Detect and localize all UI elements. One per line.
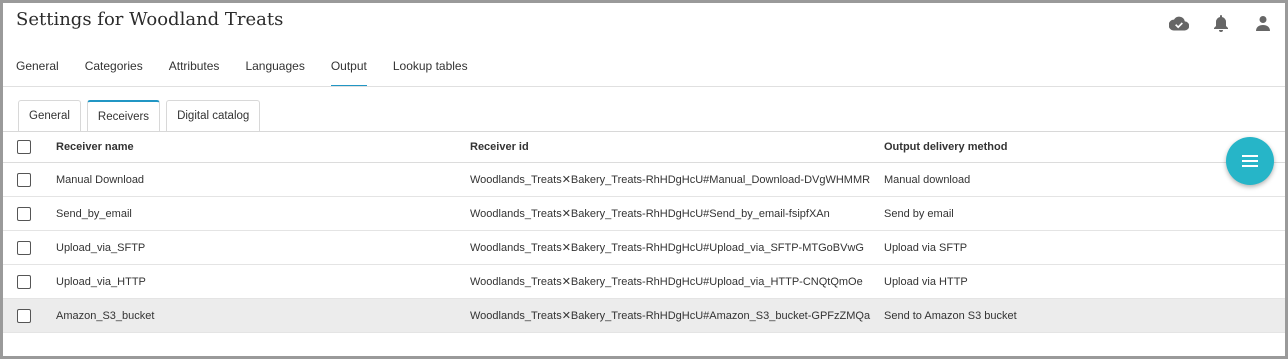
select-all-checkbox[interactable]	[17, 140, 31, 154]
cloud-check-icon[interactable]	[1169, 13, 1189, 33]
delivery-method: Manual download	[884, 173, 971, 186]
delivery-method: Upload via SFTP	[884, 241, 968, 254]
receiver-id: Woodlands_Treats✕Bakery_Treats-RhHDgHcU#…	[470, 276, 863, 288]
settings-nav: General Categories Attributes Languages …	[16, 55, 494, 87]
table-row[interactable]: Upload_via_SFTP Woodlands_Treats✕Bakery_…	[3, 231, 1285, 265]
delivery-method: Send by email	[884, 207, 954, 220]
bell-icon[interactable]	[1211, 13, 1231, 33]
receiver-id: Woodlands_Treats✕Bakery_Treats-RhHDgHcU#…	[470, 310, 871, 322]
row-checkbox[interactable]	[17, 274, 31, 289]
receiver-name: Send_by_email	[56, 207, 132, 220]
row-checkbox[interactable]	[17, 172, 31, 187]
settings-window: Settings for Woodland Treats General Cat…	[0, 0, 1288, 359]
account-icon[interactable]	[1253, 13, 1273, 33]
subtab-digital-catalog[interactable]: Digital catalog	[166, 100, 261, 131]
delivery-method: Upload via HTTP	[884, 275, 968, 288]
receiver-name: Amazon_S3_bucket	[56, 309, 155, 322]
column-header-receiver-name[interactable]: Receiver name	[56, 141, 134, 153]
nav-divider	[3, 86, 1285, 87]
tab-attributes[interactable]: Attributes	[169, 55, 220, 87]
receiver-id: Woodlands_Treats✕Bakery_Treats-RhHDgHcU#…	[470, 174, 871, 186]
tab-languages[interactable]: Languages	[245, 55, 304, 87]
column-header-delivery-method[interactable]: Output delivery method	[884, 141, 1007, 153]
table-header: Receiver name Receiver id Output deliver…	[3, 132, 1285, 163]
column-header-receiver-id[interactable]: Receiver id	[470, 141, 529, 153]
table-row[interactable]: Manual Download Woodlands_Treats✕Bakery_…	[3, 163, 1285, 197]
delivery-method: Send to Amazon S3 bucket	[884, 309, 1017, 322]
top-icons	[1169, 13, 1273, 33]
table-row[interactable]: Amazon_S3_bucket Woodlands_Treats✕Bakery…	[3, 299, 1285, 333]
receiver-name: Upload_via_HTTP	[56, 275, 146, 288]
tab-output[interactable]: Output	[330, 55, 367, 87]
output-subtabs: General Receivers Digital catalog	[18, 100, 261, 131]
receiver-name: Manual Download	[56, 173, 145, 186]
actions-fab-button[interactable]	[1226, 137, 1274, 185]
table-row[interactable]: Upload_via_HTTP Woodlands_Treats✕Bakery_…	[3, 265, 1285, 299]
receiver-name: Upload_via_SFTP	[56, 241, 146, 254]
subtab-general[interactable]: General	[18, 100, 81, 131]
page-title: Settings for Woodland Treats	[16, 9, 284, 30]
tab-general[interactable]: General	[16, 55, 59, 87]
row-checkbox[interactable]	[17, 240, 31, 255]
subtab-receivers[interactable]: Receivers	[86, 100, 161, 131]
receivers-table: Receiver name Receiver id Output deliver…	[3, 132, 1285, 333]
row-checkbox[interactable]	[17, 308, 31, 323]
receiver-id: Woodlands_Treats✕Bakery_Treats-RhHDgHcU#…	[470, 208, 830, 220]
table-row[interactable]: Send_by_email Woodlands_Treats✕Bakery_Tr…	[3, 197, 1285, 231]
receiver-id: Woodlands_Treats✕Bakery_Treats-RhHDgHcU#…	[470, 242, 864, 254]
menu-icon	[1242, 155, 1258, 167]
row-checkbox[interactable]	[17, 206, 31, 221]
tab-categories[interactable]: Categories	[85, 55, 143, 87]
tab-lookup-tables[interactable]: Lookup tables	[393, 55, 468, 87]
